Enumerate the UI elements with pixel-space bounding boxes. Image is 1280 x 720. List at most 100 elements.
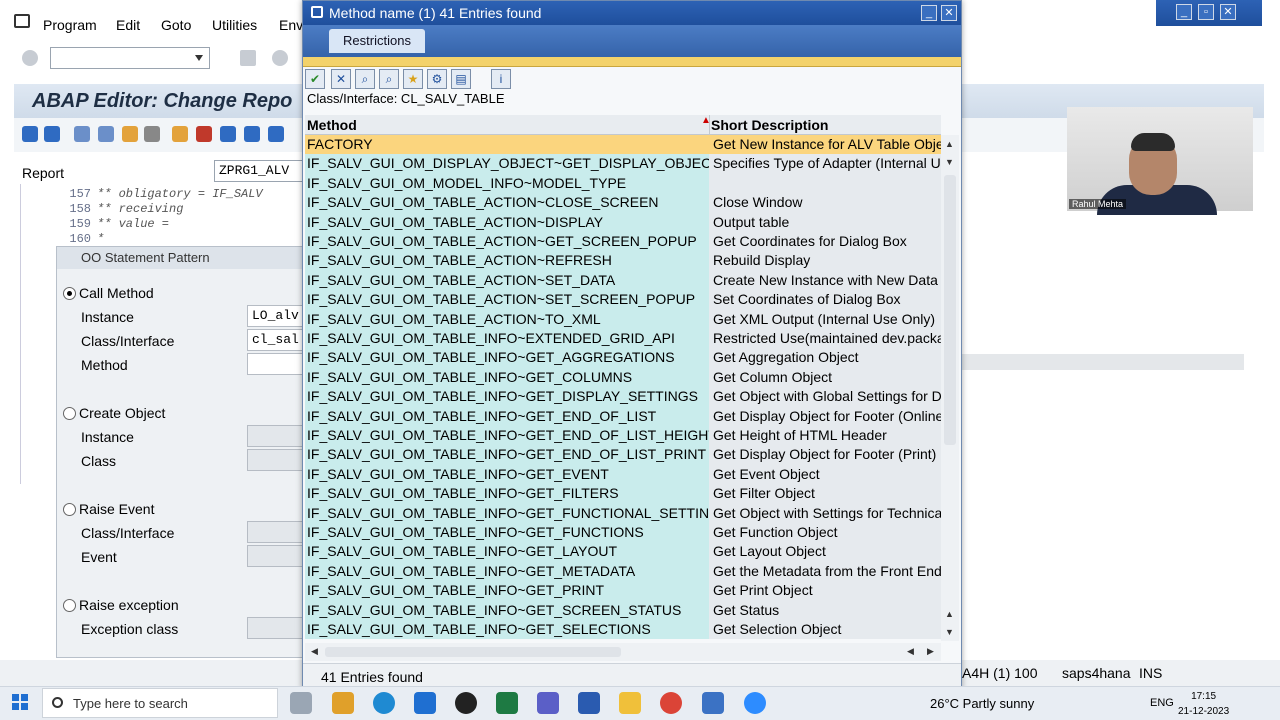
check-icon[interactable] [122,126,138,142]
table-row[interactable]: IF_SALV_GUI_OM_TABLE_INFO~GET_COLUMNS Get… [305,367,941,388]
method-cell[interactable]: IF_SALV_GUI_OM_TABLE_INFO~GET_SELECTIONS [305,620,709,640]
table-row[interactable]: IF_SALV_GUI_OM_TABLE_INFO~GET_END_OF_LIS… [305,406,941,426]
method-cell[interactable]: IF_SALV_GUI_OM_TABLE_INFO~GET_END_OF_LIS… [305,426,709,446]
favorites-icon[interactable]: ★ [403,69,423,89]
back-icon[interactable] [272,50,288,66]
back-arrow-icon[interactable] [22,126,38,142]
method-cell[interactable]: IF_SALV_GUI_OM_TABLE_INFO~GET_FUNCTIONAL… [305,503,709,523]
description-cell[interactable]: Get Function Object [709,523,941,543]
method-cell[interactable]: IF_SALV_GUI_OM_DISPLAY_OBJECT~GET_DISPLA… [305,154,709,174]
find-next-icon[interactable]: ⌕ [379,69,399,89]
report-field[interactable]: ZPRG1_ALV [214,160,304,182]
scroll-up-icon[interactable]: ▲ [945,139,954,149]
display-change-icon[interactable] [74,126,90,142]
settings-icon[interactable]: ⚙ [427,69,447,89]
page-up-icon[interactable]: ▲ [945,609,954,619]
create-object-radio[interactable] [63,407,76,420]
store-icon[interactable] [332,692,354,714]
description-cell[interactable]: Get Print Object [709,581,941,601]
method-cell[interactable]: IF_SALV_GUI_OM_TABLE_INFO~GET_EVENT [305,464,709,485]
method-cell[interactable]: IF_SALV_GUI_OM_TABLE_INFO~GET_DISPLAY_SE… [305,387,709,407]
table-row[interactable]: IF_SALV_GUI_OM_TABLE_INFO~GET_SCREEN_STA… [305,600,941,620]
info-icon[interactable]: i [491,69,511,89]
method-cell[interactable]: FACTORY [305,135,709,155]
table-row[interactable]: IF_SALV_GUI_OM_TABLE_ACTION~DISPLAY Outpu… [305,212,941,232]
description-cell[interactable]: Get Display Object for Footer (Online) [709,406,941,426]
raise-event-radio[interactable] [63,503,76,516]
table-row[interactable]: IF_SALV_GUI_OM_TABLE_ACTION~REFRESH Rebui… [305,251,941,271]
description-cell[interactable]: Restricted Use(maintained dev.packag [709,329,941,349]
description-cell[interactable]: Get Object with Global Settings for Dis [709,387,941,407]
close-icon[interactable]: ✕ [1220,4,1236,20]
description-cell[interactable]: Set Coordinates of Dialog Box [709,290,941,310]
method-cell[interactable]: IF_SALV_GUI_OM_TABLE_INFO~GET_SCREEN_STA… [305,600,709,620]
debug-icon[interactable] [196,126,212,142]
table-row[interactable]: IF_SALV_GUI_OM_TABLE_INFO~GET_METADATA Ge… [305,561,941,582]
save-icon[interactable] [240,50,256,66]
menu-utilities[interactable]: Utilities [212,17,257,33]
description-cell[interactable]: Get Column Object [709,367,941,388]
method-cell[interactable]: IF_SALV_GUI_OM_TABLE_ACTION~REFRESH [305,251,709,271]
table-row[interactable]: FACTORY Get New Instance for ALV Table Ob… [305,135,941,155]
menu-edit[interactable]: Edit [116,17,140,33]
menu-environment[interactable]: Env [279,17,303,33]
menu-program[interactable]: Program [43,17,97,33]
check-icon[interactable]: ✔ [305,69,325,89]
description-cell[interactable]: Get Event Object [709,464,941,485]
table-row[interactable]: IF_SALV_GUI_OM_TABLE_INFO~GET_LAYOUT Get … [305,542,941,562]
method-cell[interactable]: IF_SALV_GUI_OM_TABLE_ACTION~GET_SCREEN_P… [305,232,709,252]
method-cell[interactable]: IF_SALV_GUI_OM_TABLE_ACTION~CLOSE_SCREEN [305,193,709,213]
vertical-scrollbar[interactable]: ▲ ▼ ▲ ▼ [941,135,959,641]
method-cell[interactable]: IF_SALV_GUI_OM_TABLE_ACTION~SET_SCREEN_P… [305,290,709,310]
table-row[interactable]: IF_SALV_GUI_OM_MODEL_INFO~MODEL_TYPE [305,173,941,194]
description-cell[interactable]: Rebuild Display [709,251,941,271]
edge-icon[interactable] [373,692,395,714]
column-separator[interactable] [709,115,710,135]
table-row[interactable]: IF_SALV_GUI_OM_TABLE_INFO~GET_PRINT Get P… [305,581,941,601]
restore-icon[interactable]: ▫ [1198,4,1214,20]
test-icon[interactable] [144,126,160,142]
scroll-left-icon[interactable]: ◀ [311,646,318,657]
horizontal-scrollbar[interactable]: ◀ ◀ ▶ [305,643,941,661]
table-row[interactable]: IF_SALV_GUI_OM_TABLE_INFO~GET_FUNCTIONS G… [305,523,941,543]
weather-widget[interactable]: 26°C Partly sunny [930,696,1034,711]
description-cell[interactable]: Get XML Output (Internal Use Only) [709,309,941,329]
method-cell[interactable]: IF_SALV_GUI_OM_TABLE_ACTION~SET_DATA [305,270,709,291]
pattern-icon[interactable] [268,126,284,142]
method-cell[interactable]: IF_SALV_GUI_OM_TABLE_INFO~GET_FILTERS [305,484,709,504]
class-interface-field[interactable]: cl_sal [247,329,307,351]
table-row[interactable]: IF_SALV_GUI_OM_TABLE_INFO~EXTENDED_GRID_… [305,329,941,349]
column-header-description[interactable]: Short Description [711,117,828,133]
dell-icon[interactable] [455,692,477,714]
sap-logon-icon[interactable] [578,692,600,714]
column-header-method[interactable]: Method [307,117,357,133]
description-cell[interactable]: Get the Metadata from the Front End i [709,561,941,582]
command-field[interactable] [50,47,210,69]
clock[interactable]: 17:15 21-12-2023 [1178,689,1229,719]
method-cell[interactable]: IF_SALV_GUI_OM_TABLE_INFO~GET_PRINT [305,581,709,601]
file-explorer-icon[interactable] [619,692,641,714]
scroll-down-icon[interactable]: ▼ [945,627,954,637]
excel-icon[interactable] [496,692,518,714]
print-icon[interactable]: ▤ [451,69,471,89]
sap-gui-icon[interactable] [702,692,724,714]
method-cell[interactable]: IF_SALV_GUI_OM_TABLE_INFO~GET_LAYOUT [305,542,709,562]
activate-icon[interactable] [98,126,114,142]
method-field[interactable] [247,353,307,375]
page-down-icon[interactable]: ▼ [945,157,954,167]
description-cell[interactable]: Get Layout Object [709,542,941,562]
description-cell[interactable]: Specifies Type of Adapter (Internal Us [709,154,941,174]
method-cell[interactable]: IF_SALV_GUI_OM_TABLE_INFO~GET_METADATA [305,561,709,582]
input-language[interactable]: ENG [1150,697,1174,709]
description-cell[interactable]: Get Coordinates for Dialog Box [709,232,941,252]
scroll-thumb[interactable] [944,175,956,445]
tab-restrictions[interactable]: Restrictions [329,29,425,53]
instance-field[interactable]: LO_alv [247,305,307,327]
where-used-icon[interactable] [172,126,188,142]
windows-start-icon[interactable] [12,694,28,710]
minimize-icon[interactable]: _ [1176,4,1192,20]
enter-icon[interactable] [22,50,38,66]
method-cell[interactable]: IF_SALV_GUI_OM_TABLE_INFO~GET_FUNCTIONS [305,523,709,543]
method-cell[interactable]: IF_SALV_GUI_OM_TABLE_ACTION~DISPLAY [305,212,709,232]
description-cell[interactable]: Get New Instance for ALV Table Object [709,135,941,155]
